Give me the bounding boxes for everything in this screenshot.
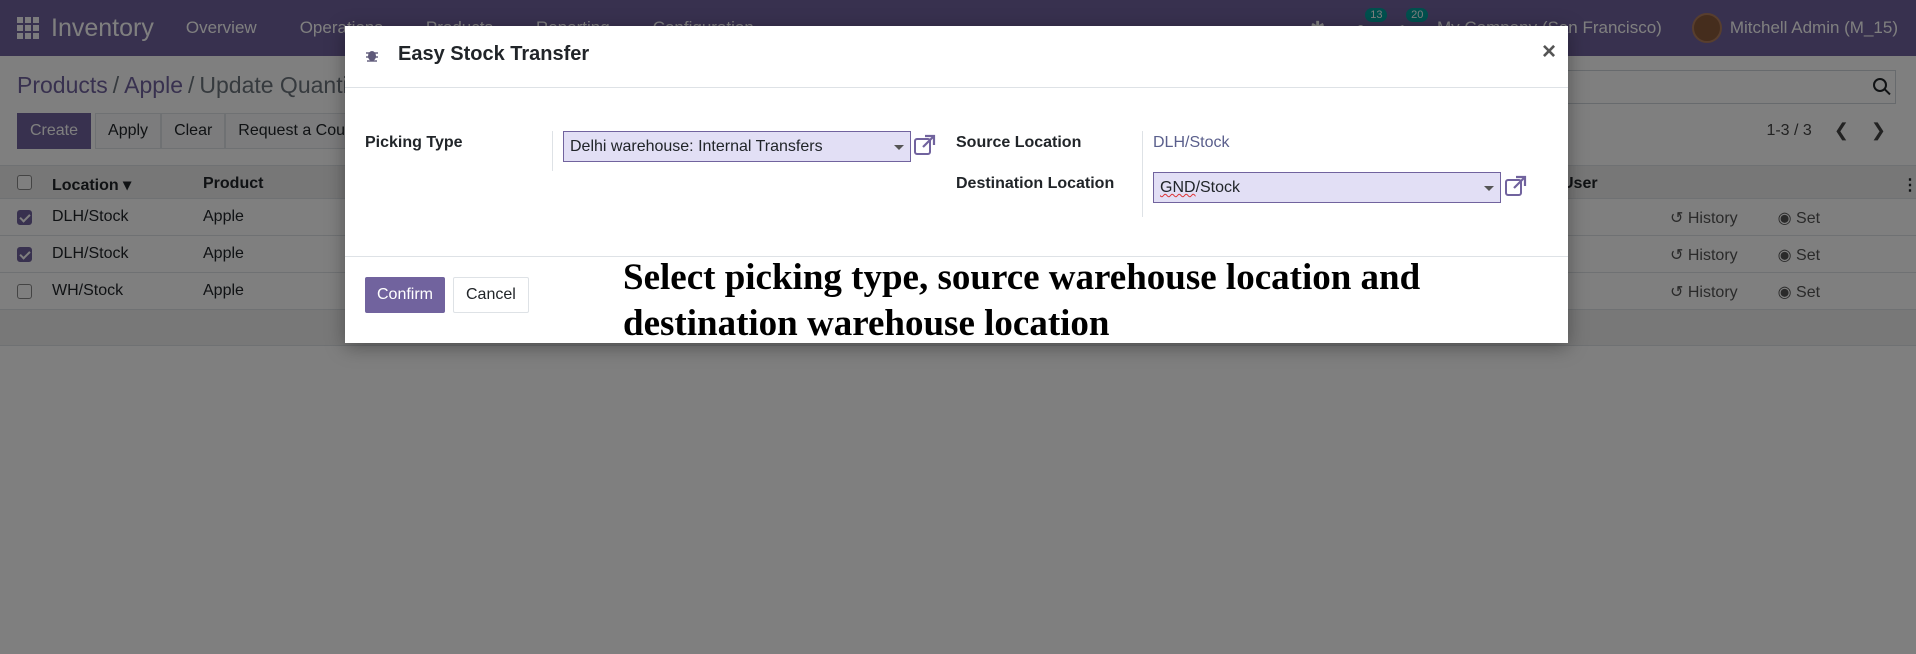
source-location-label: Source Location	[956, 134, 1082, 151]
modal-footer: Confirm Cancel Select picking type, sour…	[345, 256, 1568, 344]
easy-stock-transfer-dialog: Easy Stock Transfer × Picking Type Delhi…	[345, 26, 1568, 344]
picking-type-label: Picking Type	[365, 134, 463, 151]
modal-header: Easy Stock Transfer ×	[345, 26, 1568, 88]
external-link-icon[interactable]	[1504, 174, 1528, 198]
destination-location-suffix: /Stock	[1195, 179, 1241, 196]
field-divider	[552, 131, 553, 171]
source-location-value: DLH/Stock	[1153, 134, 1230, 151]
confirm-button[interactable]: Confirm	[365, 277, 446, 313]
bug-icon	[366, 51, 378, 62]
close-icon[interactable]: ×	[1542, 38, 1556, 66]
chevron-down-icon[interactable]	[1484, 186, 1494, 191]
picking-type-value: Delhi warehouse: Internal Transfers	[570, 138, 823, 155]
field-divider	[1142, 131, 1143, 217]
chevron-down-icon[interactable]	[894, 145, 904, 150]
external-link-icon[interactable]	[913, 133, 937, 157]
destination-location-prefix: GND	[1160, 179, 1196, 196]
picking-type-select[interactable]: Delhi warehouse: Internal Transfers	[563, 131, 911, 162]
destination-location-select[interactable]: GND/Stock	[1153, 172, 1501, 203]
cancel-button[interactable]: Cancel	[453, 277, 529, 313]
destination-location-label: Destination Location	[956, 175, 1115, 192]
instruction-caption: Select picking type, source warehouse lo…	[623, 257, 1421, 344]
modal-title: Easy Stock Transfer	[398, 43, 590, 65]
